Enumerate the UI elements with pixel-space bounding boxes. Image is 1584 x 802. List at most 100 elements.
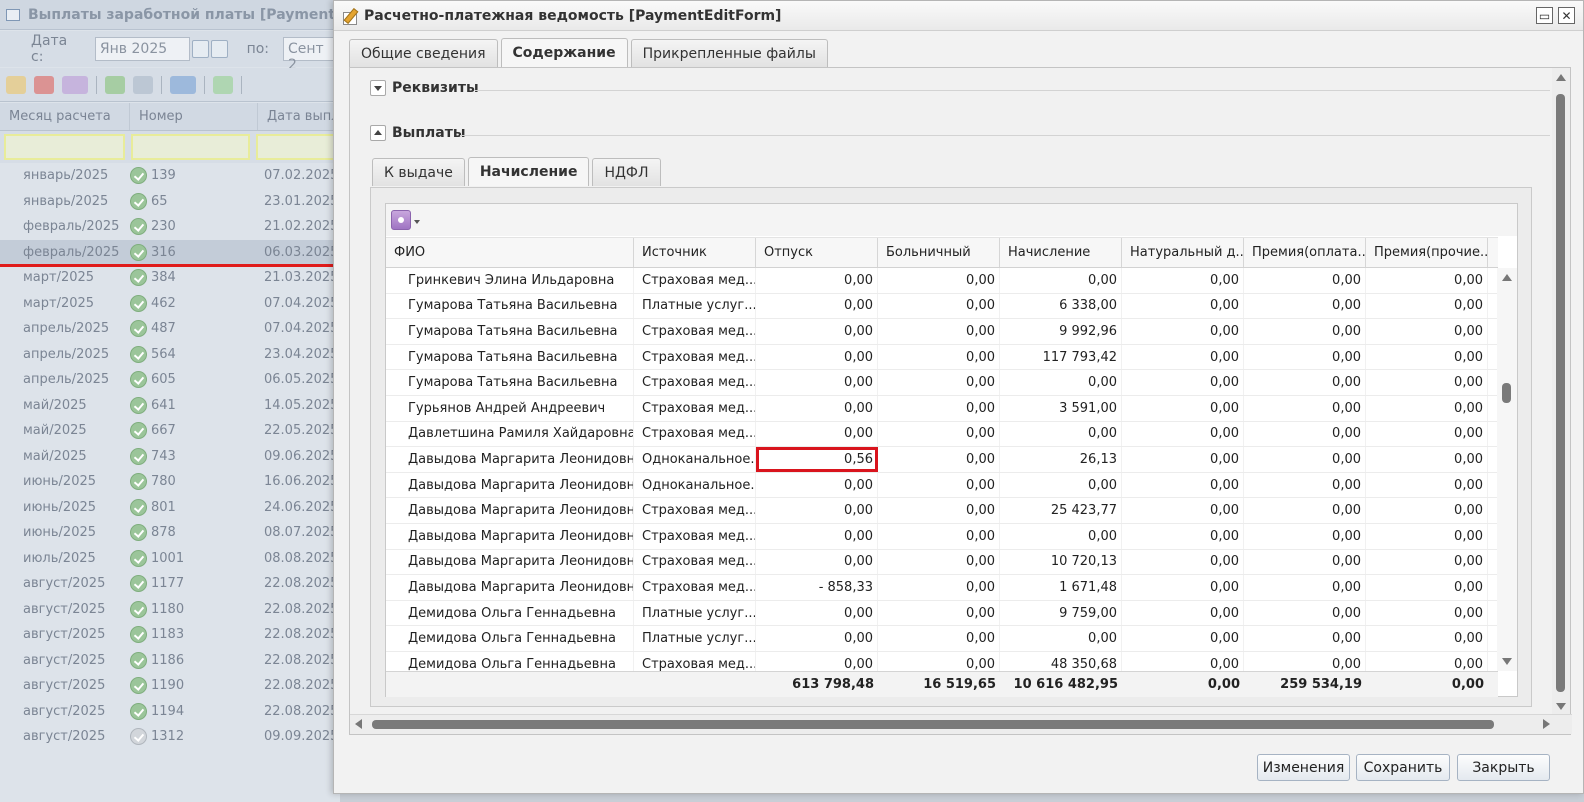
grid-vertical-scrollbar[interactable] (1497, 268, 1517, 671)
column-header-bonus-other[interactable]: Премия(прочие... (1366, 238, 1488, 267)
natural-income-cell: 0,00 (1122, 319, 1244, 344)
section-payments[interactable]: Выплаты (370, 125, 465, 141)
expand-icon[interactable] (370, 80, 386, 96)
unapprove-icon[interactable] (133, 75, 153, 94)
column-header-vacation[interactable]: Отпуск (756, 238, 878, 267)
table-row[interactable]: Демидова Ольга Геннадьевна Страховая мед.… (386, 651, 1498, 671)
list-item[interactable]: июнь/2025 801 24.06.2025 (0, 495, 340, 521)
table-row[interactable]: Гумарова Татьяна Васильевна Страховая мед… (386, 370, 1498, 396)
list-item[interactable]: апрель/2025 487 07.04.2025 (0, 316, 340, 342)
list-item[interactable]: апрель/2025 605 06.05.2025 (0, 367, 340, 393)
list-item[interactable]: июнь/2025 780 16.06.2025 (0, 469, 340, 495)
tab-ndfl[interactable]: НДФЛ (592, 158, 661, 186)
maximize-icon[interactable]: ▭ (1536, 7, 1553, 24)
table-row[interactable]: Давыдова Маргарита Леонидовна Страховая м… (386, 498, 1498, 524)
tab-content[interactable]: Содержание (500, 38, 628, 67)
column-header-source[interactable]: Источник (634, 238, 756, 267)
dialog-title-bar[interactable]: Расчетно-платежная ведомость [PaymentEdi… (334, 1, 1583, 31)
section-requisites[interactable]: Реквизиты (370, 80, 479, 96)
settings-icon[interactable] (391, 210, 411, 230)
list-item[interactable]: апрель/2025 564 23.04.2025 (0, 342, 340, 368)
column-header-sick-leave[interactable]: Больничный (878, 238, 1000, 267)
list-item[interactable]: май/2025 743 09.06.2025 (0, 444, 340, 470)
list-item[interactable]: август/2025 1194 22.08.2025 (0, 699, 340, 725)
fio-cell: Гринкевич Элина Ильдаровна (386, 268, 634, 293)
list-item[interactable]: август/2025 1186 22.08.2025 (0, 648, 340, 674)
date-to-input[interactable]: Сент 2 (283, 37, 340, 73)
column-header-month[interactable]: Месяц расчета (0, 103, 130, 130)
print-icon[interactable] (170, 75, 196, 94)
changes-button[interactable]: Изменения (1257, 754, 1350, 781)
tab-accrual[interactable]: Начисление (467, 157, 590, 186)
table-row[interactable]: Давыдова Маргарита Леонидовна Одноканальн… (386, 447, 1498, 473)
chevron-down-icon[interactable] (414, 220, 420, 224)
number-text: 230 (151, 219, 176, 235)
list-item[interactable]: август/2025 1190 22.08.2025 (0, 673, 340, 699)
list-item[interactable]: май/2025 641 14.05.2025 (0, 393, 340, 419)
table-row[interactable]: Демидова Ольга Геннадьевна Платные услуг.… (386, 600, 1498, 627)
tab-attachments[interactable]: Прикрепленные файлы (630, 39, 828, 67)
month-cell: август/2025 (23, 729, 106, 745)
column-header-bonus-paid[interactable]: Премия(оплата... (1244, 238, 1366, 267)
close-icon[interactable]: ✕ (1558, 7, 1575, 24)
list-item[interactable]: январь/2025 65 23.01.2025 (0, 189, 340, 215)
filter-month-input[interactable] (4, 134, 126, 160)
save-button[interactable]: Сохранить (1356, 754, 1450, 781)
table-row[interactable]: Давыдова Маргарита Леонидовна Одноканальн… (386, 472, 1498, 499)
edit-icon[interactable] (6, 75, 26, 94)
table-row[interactable]: Демидова Ольга Геннадьевна Платные услуг.… (386, 626, 1498, 652)
tab-to-pay[interactable]: К выдаче (372, 158, 465, 186)
panel-vertical-scrollbar[interactable] (1552, 68, 1570, 716)
scroll-up-icon[interactable] (1556, 74, 1566, 81)
column-header-number[interactable]: Номер (130, 103, 258, 130)
filter-date-input[interactable] (256, 134, 336, 160)
table-row[interactable]: Давыдова Маргарита Леонидовна Страховая м… (386, 523, 1498, 550)
table-row[interactable]: Гумарова Татьяна Васильевна Страховая мед… (386, 319, 1498, 345)
list-item[interactable]: июнь/2025 878 08.07.2025 (0, 520, 340, 546)
table-row[interactable]: Гумарова Татьяна Васильевна Страховая мед… (386, 344, 1498, 371)
clear-date-icon[interactable] (210, 40, 228, 58)
table-row[interactable]: Гумарова Татьяна Васильевна Платные услуг… (386, 293, 1498, 320)
list-item[interactable]: февраль/2025 316 06.03.2025 (0, 239, 340, 265)
scroll-left-icon[interactable] (355, 719, 362, 729)
filter-number-input[interactable] (131, 134, 251, 160)
list-item[interactable]: май/2025 667 22.05.2025 (0, 418, 340, 444)
collapse-icon[interactable] (370, 125, 386, 141)
list-item[interactable]: август/2025 1177 22.08.2025 (0, 571, 340, 597)
scroll-thumb[interactable] (1556, 94, 1565, 692)
scroll-up-icon[interactable] (1502, 274, 1512, 281)
list-item[interactable]: август/2025 1312 09.09.2025 (0, 724, 340, 750)
scroll-right-icon[interactable] (1543, 719, 1550, 729)
scroll-down-icon[interactable] (1556, 703, 1566, 710)
column-header-fio[interactable]: ФИО (386, 238, 634, 267)
vacation-cell: 0,00 (756, 421, 878, 447)
list-item[interactable]: август/2025 1180 22.08.2025 (0, 597, 340, 623)
bonus-other-cell: 0,00 (1366, 472, 1488, 498)
calendar-icon[interactable] (191, 40, 209, 58)
tab-general[interactable]: Общие сведения (349, 39, 498, 67)
table-row[interactable]: Давлетшина Рамиля Хайдаровна Страховая ме… (386, 421, 1498, 448)
list-item[interactable]: июль/2025 1001 08.08.2025 (0, 546, 340, 572)
table-row[interactable]: Гурьянов Андрей Андреевич Страховая мед..… (386, 395, 1498, 422)
scroll-down-icon[interactable] (1502, 658, 1512, 665)
close-button[interactable]: Закрыть (1457, 754, 1550, 781)
table-row[interactable]: Гринкевич Элина Ильдаровна Страховая мед.… (386, 268, 1498, 294)
list-item[interactable]: март/2025 462 07.04.2025 (0, 291, 340, 317)
refresh-icon[interactable] (213, 75, 233, 94)
delete-icon[interactable] (34, 75, 54, 94)
column-header-date[interactable]: Дата выпла (258, 103, 338, 130)
date-from-input[interactable]: Янв 2025 (94, 37, 190, 61)
actions-menu-icon[interactable] (62, 75, 88, 94)
list-item[interactable]: март/2025 384 21.03.2025 (0, 265, 340, 291)
table-row[interactable]: Давыдова Маргарита Леонидовна Страховая м… (386, 549, 1498, 576)
panel-horizontal-scrollbar[interactable] (350, 714, 1572, 734)
list-item[interactable]: январь/2025 139 07.02.2025 (0, 163, 340, 189)
list-item[interactable]: февраль/2025 230 21.02.2025 (0, 214, 340, 240)
approve-icon[interactable] (105, 75, 125, 94)
scroll-thumb[interactable] (1502, 383, 1511, 403)
scroll-thumb[interactable] (372, 720, 1494, 729)
table-row[interactable]: Давыдова Маргарита Леонидовна Страховая м… (386, 575, 1498, 601)
column-header-natural-income[interactable]: Натуральный д... (1122, 238, 1244, 267)
column-header-accrual[interactable]: Начисление (1000, 238, 1122, 267)
list-item[interactable]: август/2025 1183 22.08.2025 (0, 622, 340, 648)
